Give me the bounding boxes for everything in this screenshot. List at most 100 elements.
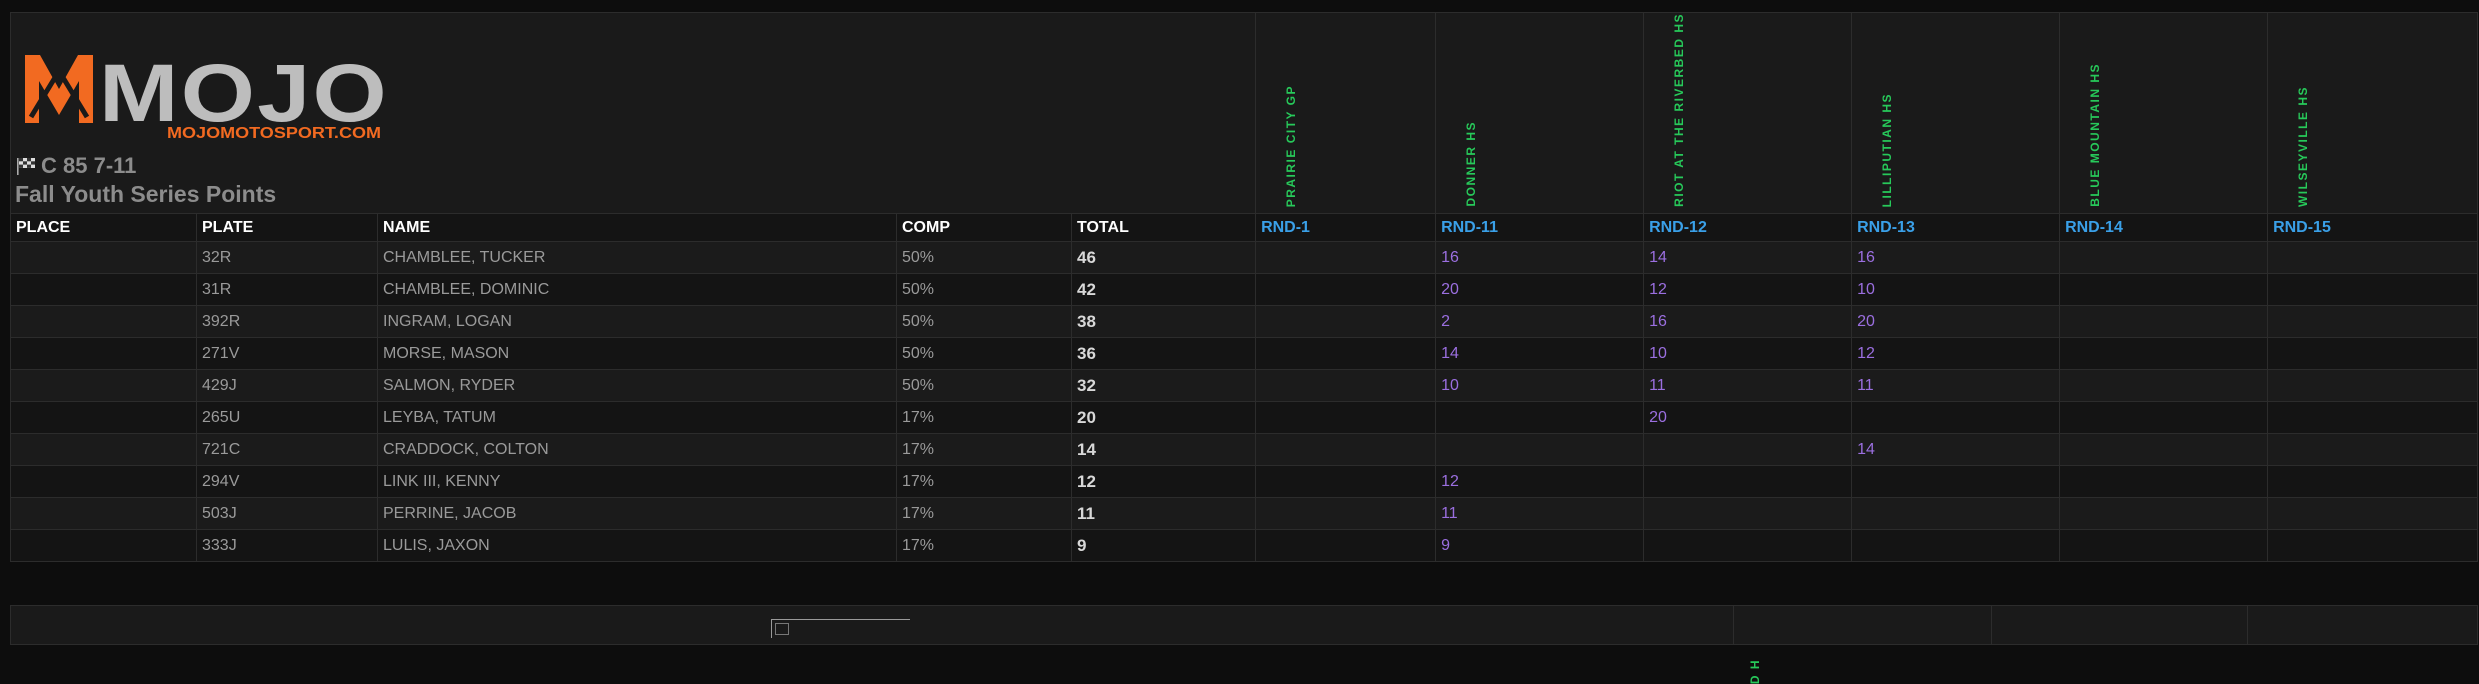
table-row: 333J LULIS, JAXON 17% 9 9: [10, 529, 2479, 562]
plate-cell: 271V: [196, 337, 378, 370]
table-banner-row: MOJO MOJOMOTOSPORT.COM C 85 7-11 Fall Yo…: [9, 12, 2479, 214]
event-name: BLUE MOUNTAIN HS: [2088, 63, 2103, 207]
col-place: PLACE: [10, 213, 197, 242]
round-points-cell: [1643, 465, 1853, 498]
total-cell: 46: [1070, 241, 1257, 274]
col-total: TOTAL: [1070, 213, 1257, 242]
rider-name-cell: CHAMBLEE, DOMINIC: [377, 273, 897, 306]
event-name: PRAIRIE CITY GP: [1284, 84, 1299, 207]
comp-cell: 50%: [896, 369, 1072, 402]
total-cell: 12: [1070, 465, 1257, 498]
rider-name-cell: MORSE, MASON: [377, 337, 897, 370]
rider-name-cell: LEYBA, TATUM: [377, 401, 897, 434]
comp-cell: 17%: [896, 465, 1072, 498]
round-points-cell: [2267, 401, 2479, 434]
round-points-cell: 16: [1435, 241, 1645, 274]
comp-cell: 50%: [896, 241, 1072, 274]
comp-cell: 17%: [896, 401, 1072, 434]
round-points-cell: [2059, 337, 2269, 370]
mojo-logo: MOJO MOJOMOTOSPORT.COM: [23, 41, 393, 141]
place-cell: [10, 465, 197, 498]
table-row: 32R CHAMBLEE, TUCKER 50% 46 16 14 16: [10, 241, 2479, 274]
total-cell: 11: [1070, 497, 1257, 530]
comp-cell: 50%: [896, 337, 1072, 370]
table-row: 294V LINK III, KENNY 17% 12 12: [10, 465, 2479, 498]
plate-cell: 503J: [196, 497, 378, 530]
round-points-cell: [2059, 401, 2269, 434]
rider-name-cell: SALMON, RYDER: [377, 369, 897, 402]
comp-cell: 17%: [896, 433, 1072, 466]
comp-cell: 50%: [896, 273, 1072, 306]
round-points-cell: [2059, 497, 2269, 530]
comp-cell: 17%: [896, 529, 1072, 562]
total-cell: 9: [1070, 529, 1257, 562]
round-points-cell: 2: [1435, 305, 1645, 338]
total-cell: 42: [1070, 273, 1257, 306]
series-name: Fall Youth Series Points: [15, 181, 277, 207]
event-name: RIOT AT THE RIVERBED HS: [1672, 13, 1687, 208]
comp-cell: 17%: [896, 497, 1072, 530]
event-name: D H: [1748, 658, 1762, 684]
rider-name-cell: LINK III, KENNY: [377, 465, 897, 498]
total-cell: 36: [1070, 337, 1257, 370]
plate-cell: 333J: [196, 529, 378, 562]
round-points-cell: [2267, 497, 2479, 530]
round-points-cell: [2267, 465, 2479, 498]
round-points-cell: [2267, 337, 2479, 370]
round-points-cell: 20: [1435, 273, 1645, 306]
round-points-cell: [2267, 305, 2479, 338]
total-cell: 20: [1070, 401, 1257, 434]
round-points-cell: [1255, 497, 1437, 530]
round-points-cell: [1255, 433, 1437, 466]
rider-name-cell: LULIS, JAXON: [377, 529, 897, 562]
plate-cell: 32R: [196, 241, 378, 274]
round-points-cell: [2267, 241, 2479, 274]
col-plate: PLATE: [196, 213, 378, 242]
round-points-cell: 20: [1851, 305, 2061, 338]
round-points-cell: [1643, 497, 1853, 530]
round-points-cell: [1255, 529, 1437, 562]
event-header-12: RIOT AT THE RIVERBED HS: [1643, 12, 1853, 214]
rider-name-cell: CRADDOCK, COLTON: [377, 433, 897, 466]
col-round: RND-1: [1255, 213, 1437, 242]
round-points-cell: 9: [1435, 529, 1645, 562]
rider-name-cell: PERRINE, JACOB: [377, 497, 897, 530]
next-event-header: D H: [1733, 605, 1992, 684]
place-cell: [10, 305, 197, 338]
round-points-cell: 12: [1851, 337, 2061, 370]
table-row: 392R INGRAM, LOGAN 50% 38 2 16 20: [10, 305, 2479, 338]
standings-table: MOJO MOJOMOTOSPORT.COM C 85 7-11 Fall Yo…: [9, 12, 2479, 562]
table-row: 31R CHAMBLEE, DOMINIC 50% 42 20 12 10: [10, 273, 2479, 306]
round-points-cell: [2059, 465, 2269, 498]
round-points-cell: [2267, 433, 2479, 466]
round-points-cell: [1255, 465, 1437, 498]
col-round: RND-12: [1643, 213, 1853, 242]
round-points-cell: 12: [1643, 273, 1853, 306]
round-points-cell: 14: [1643, 241, 1853, 274]
total-cell: 32: [1070, 369, 1257, 402]
event-name: WILSEYVILLE HS: [2296, 85, 2311, 207]
round-points-cell: [2267, 273, 2479, 306]
place-cell: [10, 433, 197, 466]
round-points-cell: 14: [1435, 337, 1645, 370]
rider-name-cell: INGRAM, LOGAN: [377, 305, 897, 338]
rider-name-cell: CHAMBLEE, TUCKER: [377, 241, 897, 274]
round-points-cell: [1851, 497, 2061, 530]
round-points-cell: [1643, 529, 1853, 562]
table-row: 271V MORSE, MASON 50% 36 14 10 12: [10, 337, 2479, 370]
round-points-cell: [2059, 529, 2269, 562]
round-points-cell: [2267, 369, 2479, 402]
round-points-cell: [1255, 401, 1437, 434]
round-points-cell: 11: [1643, 369, 1853, 402]
broken-logo-image: [771, 619, 910, 638]
plate-cell: 721C: [196, 433, 378, 466]
round-points-cell: [1255, 337, 1437, 370]
round-points-cell: [1851, 401, 2061, 434]
round-points-cell: 10: [1435, 369, 1645, 402]
place-cell: [10, 337, 197, 370]
plate-cell: 392R: [196, 305, 378, 338]
round-points-cell: 10: [1643, 337, 1853, 370]
table-row: 503J PERRINE, JACOB 17% 11 11: [10, 497, 2479, 530]
event-header-13: LILLIPUTIAN HS: [1851, 12, 2061, 214]
round-points-cell: [1255, 273, 1437, 306]
